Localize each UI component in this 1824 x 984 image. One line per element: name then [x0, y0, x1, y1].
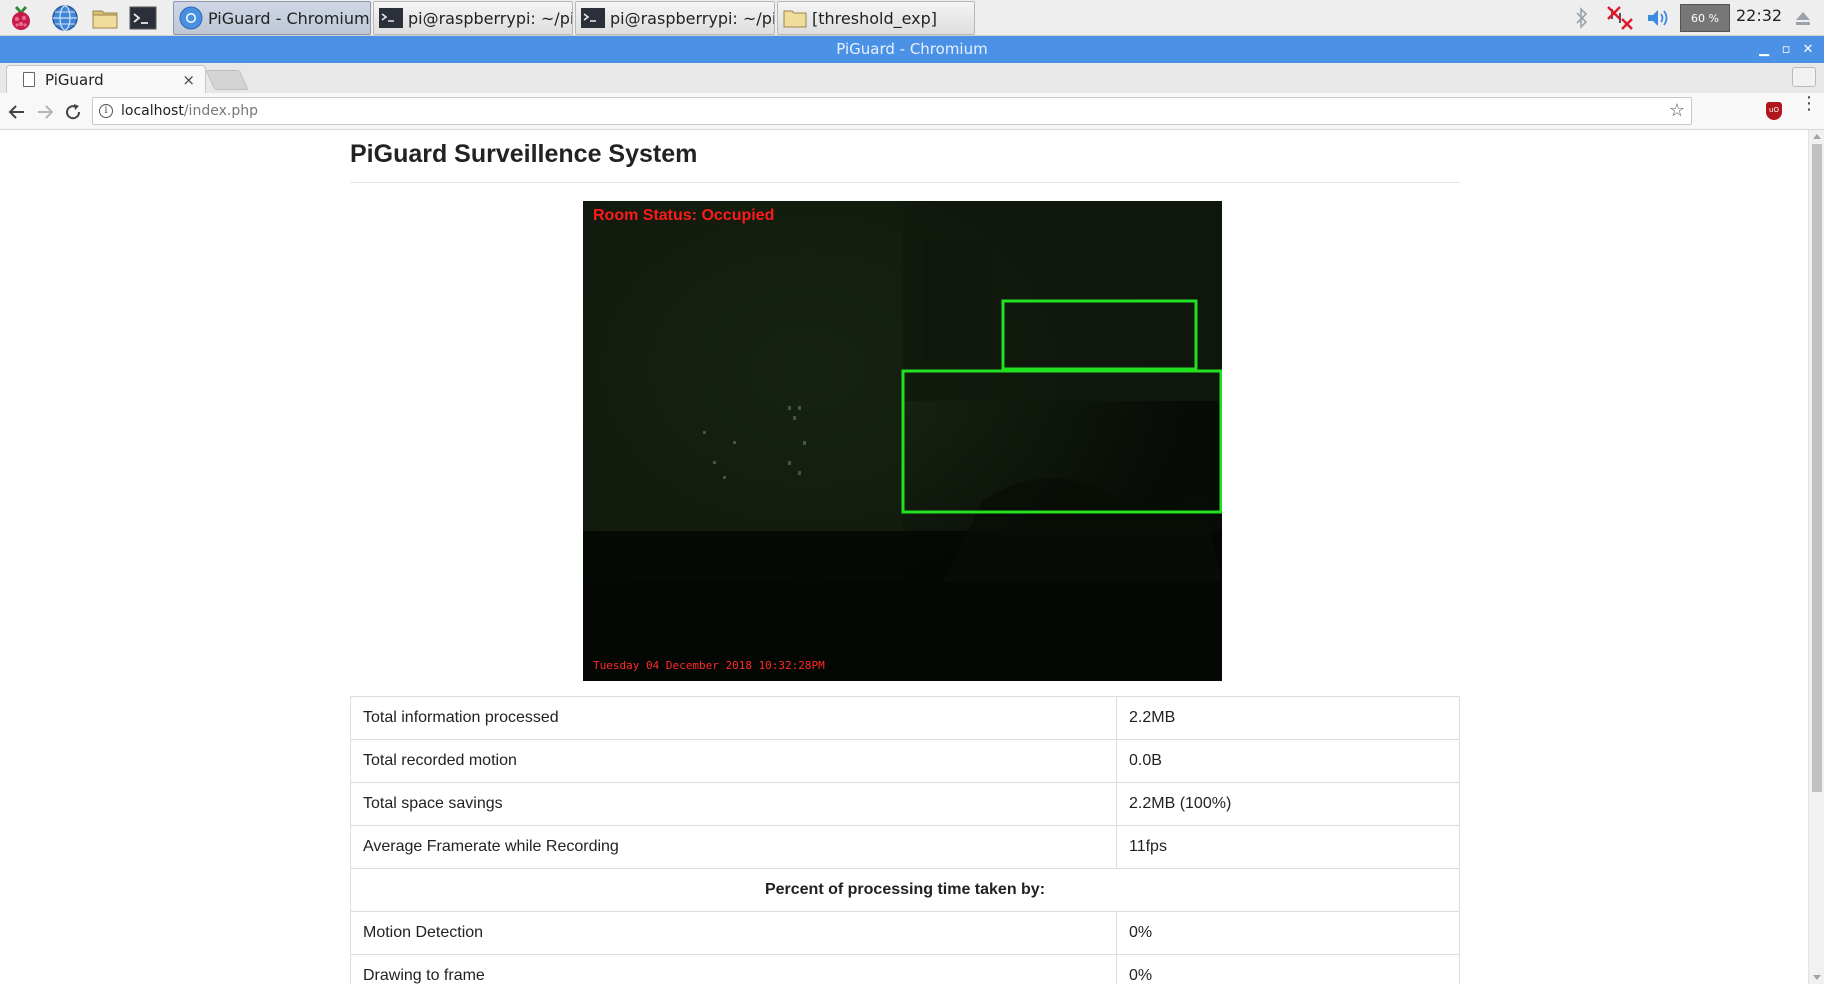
processing-header: Percent of processing time taken by:: [350, 868, 1460, 912]
maximize-icon[interactable]: ▫: [1776, 36, 1796, 63]
page-icon: [23, 72, 35, 87]
stat-label: Total information processed: [350, 696, 1117, 740]
tab-strip: PiGuard ×: [0, 63, 1824, 93]
network-disconnected-icon[interactable]: [1606, 4, 1634, 32]
task-label: PiGuard - Chromium: [208, 8, 370, 28]
stat-value: 2.2MB: [1116, 696, 1460, 740]
page-container: PiGuard Surveillence System Room Status:…: [350, 130, 1460, 984]
address-bar[interactable]: i localhost/index.php ☆: [92, 97, 1692, 125]
window-title: PiGuard - Chromium: [836, 40, 988, 58]
stat-label: Total space savings: [350, 782, 1117, 826]
stat-value: 0%: [1116, 954, 1460, 984]
info-icon[interactable]: i: [99, 104, 113, 118]
timestamp-overlay: Tuesday 04 December 2018 10:32:28PM: [593, 659, 825, 672]
stat-value: 0%: [1116, 911, 1460, 955]
stat-label: Drawing to frame: [350, 954, 1117, 984]
task-terminal-1[interactable]: pi@raspberrypi: ~/pig...: [373, 1, 573, 35]
eject-icon[interactable]: [1790, 4, 1816, 32]
task-label: pi@raspberrypi: ~/pig...: [610, 8, 775, 28]
stats-table: Total information processed 2.2MB Total …: [350, 696, 1460, 984]
ublock-extension-icon[interactable]: uO: [1766, 102, 1782, 120]
tab-title: PiGuard: [45, 70, 104, 89]
browser-menu-icon[interactable]: ⋮: [1800, 95, 1818, 113]
browser-toolbar: i localhost/index.php ☆ uO ⋮: [0, 93, 1824, 130]
page-title: PiGuard Surveillence System: [350, 140, 698, 168]
table-row: Average Framerate while Recording 11fps: [350, 825, 1460, 869]
volume-icon[interactable]: [1644, 4, 1672, 32]
taskbar: PiGuard - Chromium pi@raspberrypi: ~/pig…: [0, 0, 1824, 36]
camera-feed: Room Status: Occupied Tuesday 04 Decembe…: [583, 201, 1222, 681]
terminal-icon: [581, 8, 605, 28]
url-text: localhost/index.php: [121, 103, 258, 119]
stat-value: 11fps: [1116, 825, 1460, 869]
scroll-down-icon[interactable]: [1813, 975, 1821, 980]
table-row: Total recorded motion 0.0B: [350, 739, 1460, 783]
folder-icon: [783, 10, 807, 28]
scroll-up-icon[interactable]: [1813, 134, 1821, 139]
task-label: pi@raspberrypi: ~/pig...: [408, 8, 573, 28]
window-title-bar: PiGuard - Chromium ▁ ▫ ✕: [0, 36, 1824, 63]
title-divider: [350, 182, 1460, 183]
stat-value: 2.2MB (100%): [1116, 782, 1460, 826]
cpu-monitor[interactable]: 60 %: [1680, 4, 1730, 32]
page-viewport: PiGuard Surveillence System Room Status:…: [0, 130, 1808, 984]
table-row: Drawing to frame 0%: [350, 954, 1460, 984]
table-row: Total space savings 2.2MB (100%): [350, 782, 1460, 826]
bluetooth-icon[interactable]: [1572, 4, 1592, 32]
room-status-overlay: Room Status: Occupied: [593, 207, 775, 224]
camera-frame-image: [583, 201, 1222, 681]
new-tab-button[interactable]: [205, 70, 249, 90]
stat-value: 0.0B: [1116, 739, 1460, 783]
terminal-icon: [379, 8, 403, 28]
stat-label: Motion Detection: [350, 911, 1117, 955]
bookmark-star-icon[interactable]: ☆: [1669, 100, 1685, 121]
terminal-icon[interactable]: [128, 3, 158, 33]
url-path: /index.php: [183, 103, 258, 119]
chromium-icon: [179, 6, 203, 30]
table-row: Motion Detection 0%: [350, 911, 1460, 955]
task-terminal-2[interactable]: pi@raspberrypi: ~/pig...: [575, 1, 775, 35]
tab-close-icon[interactable]: ×: [182, 71, 195, 89]
url-host: localhost: [121, 103, 184, 119]
page-scrollbar[interactable]: [1808, 130, 1824, 984]
table-row: Total information processed 2.2MB: [350, 696, 1460, 740]
forward-icon[interactable]: [34, 101, 56, 123]
raspberry-menu-icon[interactable]: [6, 3, 36, 33]
table-row: Percent of processing time taken by:: [350, 868, 1460, 912]
profile-icon[interactable]: [1792, 67, 1816, 87]
back-icon[interactable]: [6, 101, 28, 123]
file-manager-icon[interactable]: [90, 3, 120, 33]
stat-label: Average Framerate while Recording: [350, 825, 1117, 869]
close-icon[interactable]: ✕: [1798, 36, 1818, 63]
web-browser-icon[interactable]: [50, 3, 80, 33]
clock[interactable]: 22:32: [1736, 6, 1782, 25]
tab-piguard[interactable]: PiGuard ×: [6, 65, 206, 93]
task-chromium[interactable]: PiGuard - Chromium: [173, 1, 371, 35]
reload-icon[interactable]: [62, 101, 84, 123]
task-threshold-exp[interactable]: [threshold_exp]: [777, 1, 975, 35]
task-label: [threshold_exp]: [812, 8, 938, 28]
minimize-icon[interactable]: ▁: [1754, 36, 1774, 63]
stat-label: Total recorded motion: [350, 739, 1117, 783]
scrollbar-thumb[interactable]: [1812, 144, 1822, 792]
